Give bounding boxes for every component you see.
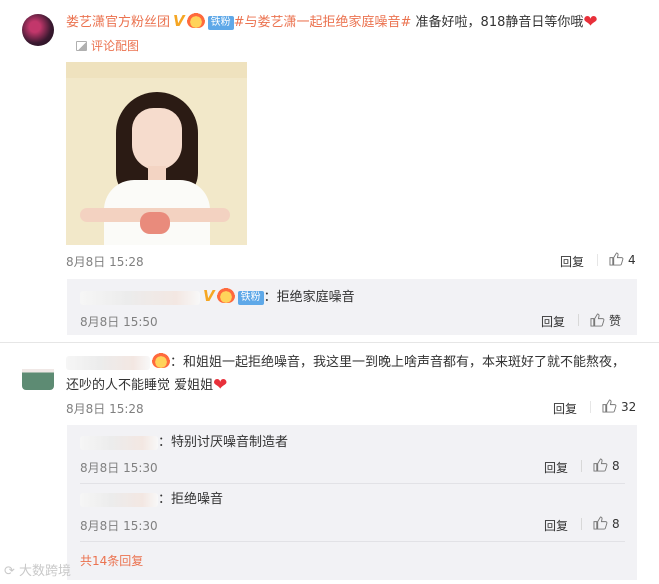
thumbs-up-icon [590, 313, 605, 327]
like-button[interactable]: 赞 [590, 312, 621, 329]
blurred-username [80, 290, 200, 305]
like-count: 4 [628, 253, 636, 267]
avatar[interactable] [22, 358, 54, 390]
thumbs-up-icon [593, 516, 608, 530]
comment-body: 准备好啦，818静音日等你哦 [411, 15, 584, 30]
comment-pic-link[interactable]: 评论配图 [76, 38, 139, 54]
avatar[interactable] [22, 14, 54, 46]
crown-badge-icon [186, 13, 205, 28]
heart-icon: ❤ [213, 375, 228, 395]
fan-badge: 铁粉 [237, 291, 264, 305]
comment-text: ：和姐姐一起拒绝噪音，我这里一到晚上啥声音都有，本来斑好了就不能熬夜， 还吵的人… [66, 353, 626, 395]
username[interactable]: 娄艺潇官方粉丝团 [66, 15, 170, 30]
comment-text: 娄艺潇官方粉丝团 V 铁粉 #与娄艺潇一起拒绝家庭噪音# 准备好啦，818静音日等你哦… [66, 12, 656, 32]
timestamp: 8月8日 15:30 [80, 461, 158, 475]
watermark: ⟳ 大数跨境 [4, 564, 72, 579]
thumbs-up-icon [602, 399, 617, 413]
thumbs-up-icon [593, 458, 608, 472]
crown-badge-icon [152, 353, 170, 368]
watermark-logo-icon: ⟳ [4, 564, 20, 579]
reply-text: ：拒绝噪音 [80, 491, 223, 509]
verified-icon: V [203, 287, 215, 305]
crown-badge-icon [216, 288, 235, 303]
reply-button[interactable]: 回复 [544, 517, 568, 534]
reply-button[interactable]: 回复 [544, 459, 568, 476]
comment-photo[interactable] [66, 62, 247, 245]
blurred-username[interactable] [80, 492, 158, 507]
like-button[interactable]: 8 [593, 516, 620, 531]
timestamp: 8月8日 15:28 [66, 255, 144, 269]
timestamp: 8月8日 15:30 [80, 519, 158, 533]
reply-text: ：特别讨厌噪音制造者 [80, 434, 288, 452]
reply-text: V 铁粉 ：拒绝家庭噪音 [80, 287, 355, 307]
fan-badge: 铁粉 [207, 16, 234, 30]
blurred-username[interactable] [66, 355, 150, 370]
like-button[interactable]: 4 [609, 252, 636, 267]
reply-button[interactable]: 回复 [560, 253, 584, 270]
like-button[interactable]: 32 [602, 399, 636, 414]
verified-icon: V [173, 12, 185, 30]
like-count: 32 [621, 400, 637, 414]
image-icon [76, 41, 87, 51]
timestamp: 8月8日 15:28 [66, 402, 144, 416]
blurred-username[interactable] [80, 435, 158, 450]
like-count: 8 [612, 459, 620, 473]
topic-link[interactable]: #与娄艺潇一起拒绝家庭噪音# [234, 15, 412, 30]
like-button[interactable]: 8 [593, 458, 620, 473]
more-replies-link[interactable]: 共14条回复 [80, 552, 143, 569]
reply-button[interactable]: 回复 [541, 313, 565, 330]
timestamp: 8月8日 15:50 [80, 315, 158, 329]
thumbs-up-icon [609, 252, 624, 266]
reply-button[interactable]: 回复 [553, 400, 577, 417]
heart-icon: ❤ [583, 12, 598, 32]
like-count: 8 [612, 517, 620, 531]
